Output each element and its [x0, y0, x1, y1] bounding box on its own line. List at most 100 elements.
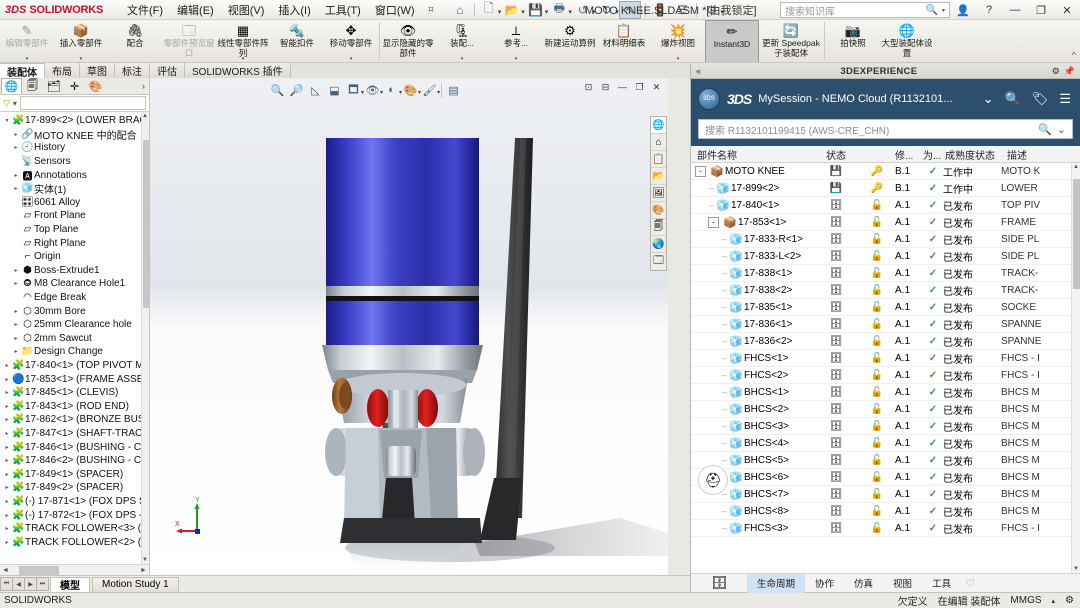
component-table-row[interactable]: –🧊BHCS<7>🗄🔓A.1✓已发布BHCS M	[691, 486, 1080, 503]
pin-menu-icon[interactable]: ✧	[422, 2, 438, 18]
hamburger-menu-icon[interactable]: ☰	[1057, 91, 1073, 107]
released-icon[interactable]: 🗄	[813, 404, 859, 415]
component-name-cell[interactable]: –🧊BHCS<4>	[691, 437, 813, 450]
ribbon-move-component[interactable]: ✥ 移动零部件 ▾	[324, 20, 378, 63]
edit-component-dropdown-icon[interactable]: ▾	[26, 56, 29, 62]
search-icon[interactable]: 🔍	[926, 5, 938, 16]
feature-tree-item[interactable]: ▸🧩(-) 17-871<1> (FOX DPS SH	[0, 495, 149, 509]
feature-tree-item[interactable]: 🎛6061 Alloy	[0, 196, 149, 210]
released-icon[interactable]: 🗄	[813, 370, 859, 381]
panel-collapse-icon[interactable]: «	[691, 66, 706, 76]
unlock-icon[interactable]: 🔓	[859, 234, 895, 245]
feature-tree-item[interactable]: ▸🧩17-847<1> (SHAFT-TRACK)	[0, 427, 149, 441]
tab-assembly[interactable]: 装配体	[0, 63, 45, 78]
ribbon-instant3d[interactable]: ✏ Instant3D	[705, 20, 759, 63]
dx-tab-tools[interactable]: 工具	[922, 574, 961, 593]
menu-item-view[interactable]: 视图(V)	[221, 0, 272, 20]
hscroll-thumb[interactable]	[19, 566, 59, 575]
account-icon[interactable]: 👤	[950, 0, 976, 20]
component-table-row[interactable]: –🧊17-838<1>🗄🔓A.1✓已发布TRACK-	[691, 265, 1080, 282]
feature-manager-tab-bar[interactable]: 🌐 🗐 🗂 ✛ 🎨 ›	[0, 78, 149, 95]
minimize-button[interactable]: —	[1002, 0, 1028, 20]
component-name-cell[interactable]: –🧊17-838<1>	[691, 267, 813, 280]
viewport-heads-up-toolbar[interactable]: 🔍 🔎 ◺ ⬓ 🗖 ▾ 👁 ▾ ◐ ▾ 🎨 ▾ 🖌 ▾ ▤	[268, 80, 463, 100]
feature-tree-item[interactable]: ▱Right Plane	[0, 236, 149, 250]
tree-expander-icon[interactable]: ▸	[2, 525, 12, 532]
unlock-icon[interactable]: 🔓	[859, 217, 895, 228]
user-avatar[interactable]: 3DS	[698, 88, 720, 110]
column-header-description[interactable]: 描述	[1007, 147, 1080, 162]
display-manager-tab[interactable]: 🎨	[85, 78, 106, 94]
help-icon[interactable]: ?	[976, 0, 1002, 20]
minimize-doc-icon[interactable]: —	[615, 80, 630, 94]
feature-tree-item[interactable]: ▸🧩17-843<1> (ROD END)	[0, 399, 149, 413]
tree-expander-icon[interactable]: ▾	[2, 117, 12, 124]
search-caret-icon[interactable]: ▾	[942, 7, 945, 14]
component-name-cell[interactable]: –🧊17-833-L<2>	[691, 250, 813, 263]
dx-scroll-up-icon[interactable]: ▲	[1073, 164, 1079, 170]
tab-nav-buttons[interactable]: ⏮ ◀ ▶ ⏭	[0, 577, 48, 591]
nav-last-icon[interactable]: ⏭	[36, 577, 49, 591]
ribbon-collapse-icon[interactable]: ^	[1072, 50, 1076, 60]
feature-tree-hscrollbar[interactable]: ◄ ►	[0, 564, 149, 575]
column-header-revision[interactable]: 修...	[895, 147, 923, 162]
feature-tree-item[interactable]: ▸🕘History	[0, 141, 149, 155]
component-name-cell[interactable]: –🧊BHCS<3>	[691, 420, 813, 433]
3d-model-shock-absorber[interactable]	[150, 78, 668, 575]
open-file-panel-icon[interactable]: 📂	[651, 168, 666, 185]
viewport-layout-icon[interactable]: ▤	[444, 81, 463, 99]
tree-expander-icon[interactable]: ▸	[11, 144, 21, 151]
component-name-cell[interactable]: –🧊17-835<1>	[691, 301, 813, 314]
feature-tree-item[interactable]: ▸📁Design Change	[0, 345, 149, 359]
restore-view-icon[interactable]: ⊡	[581, 80, 596, 94]
tree-expander-icon[interactable]: ▸	[11, 267, 21, 274]
dx-scroll-down-icon[interactable]: ▼	[1073, 566, 1079, 572]
close-button[interactable]: ✕	[1054, 0, 1080, 20]
unlock-icon[interactable]: 🔓	[859, 421, 895, 432]
feature-tree-item[interactable]: ▸🧩17-849<1> (SPACER)	[0, 467, 149, 481]
home-panel-icon[interactable]: ⌂	[651, 134, 666, 151]
search-icon[interactable]: 🔍	[1003, 91, 1023, 107]
tab-motion-study[interactable]: Motion Study 1	[92, 577, 179, 592]
unlock-icon[interactable]: 🔓	[859, 251, 895, 262]
component-table-row[interactable]: –🧊BHCS<2>🗄🔓A.1✓已发布BHCS M	[691, 401, 1080, 418]
tree-expander-icon[interactable]: ▸	[2, 376, 12, 383]
tree-expander-icon[interactable]: ▸	[2, 430, 12, 437]
tree-scroll-down-icon[interactable]: ▼	[142, 557, 148, 563]
released-icon[interactable]: 🗄	[813, 387, 859, 398]
ribbon-mate[interactable]: 🖇 配合	[108, 20, 162, 63]
ribbon-smart-fastener[interactable]: 🔩 智能扣件	[270, 20, 324, 63]
dx-tab-collaborate[interactable]: 协作	[805, 574, 844, 593]
close-doc-icon[interactable]: ✕	[649, 80, 664, 94]
menu-item-window[interactable]: 窗口(W)	[368, 0, 422, 20]
search-dropdown-icon[interactable]: ⌄	[1057, 123, 1066, 136]
open-folder-icon[interactable]: 📂	[501, 1, 523, 19]
released-icon[interactable]: 🗄	[813, 336, 859, 347]
assembly-features-dropdown-icon[interactable]: ▾	[461, 56, 464, 62]
row-expander-icon[interactable]: -	[708, 217, 719, 228]
unlock-icon[interactable]: 🔓	[859, 404, 895, 415]
released-icon[interactable]: 🗄	[813, 455, 859, 466]
component-table-row[interactable]: -📦17-853<1>🗄🔓A.1✓已发布FRAME	[691, 214, 1080, 231]
component-table-row[interactable]: –🧊FHCS<1>🗄🔓A.1✓已发布FHCS - I	[691, 350, 1080, 367]
knowledge-search-box[interactable]: 搜索知识库 🔍 ▾	[780, 2, 950, 18]
feature-tree-item[interactable]: ▸⬡30mm Bore	[0, 304, 149, 318]
graphics-viewport[interactable]: 🔍 🔎 ◺ ⬓ 🗖 ▾ 👁 ▾ ◐ ▾ 🎨 ▾ 🖌 ▾ ▤ ⊡ ⊟ — ❐ ✕ …	[150, 78, 668, 575]
dx-tab-view[interactable]: 视图	[883, 574, 922, 593]
released-icon[interactable]: 🗄	[813, 200, 859, 211]
window-controls[interactable]: 👤 ? — ❐ ✕	[950, 0, 1080, 20]
feature-tree-item[interactable]: ▸🧩17-845<1> (CLEVIS)	[0, 386, 149, 400]
locked-save-icon[interactable]: 💾	[813, 183, 859, 194]
menu-item-file[interactable]: 文件(F)	[120, 0, 170, 20]
component-table-row[interactable]: –🧊BHCS<5>🗄🔓A.1✓已发布BHCS M	[691, 452, 1080, 469]
tree-expander-icon[interactable]: ▸	[11, 172, 21, 179]
bottom-tab-app-icon[interactable]: 🗄	[711, 575, 728, 591]
released-icon[interactable]: 🗄	[813, 438, 859, 449]
ribbon-linear-pattern[interactable]: ▦ 线性零部件阵列 ▾	[216, 20, 270, 63]
unlock-icon[interactable]: 🔓	[859, 319, 895, 330]
feature-tree-item[interactable]: 📡Sensors	[0, 155, 149, 169]
component-table-scroll-thumb[interactable]	[1073, 179, 1080, 289]
tab-layout[interactable]: 布局	[45, 63, 80, 78]
component-table-row[interactable]: –🧊17-833-L<2>🗄🔓A.1✓已发布SIDE PL	[691, 248, 1080, 265]
feature-tree-item[interactable]: ▸🧩17-840<1> (TOP PIVOT MO	[0, 359, 149, 373]
